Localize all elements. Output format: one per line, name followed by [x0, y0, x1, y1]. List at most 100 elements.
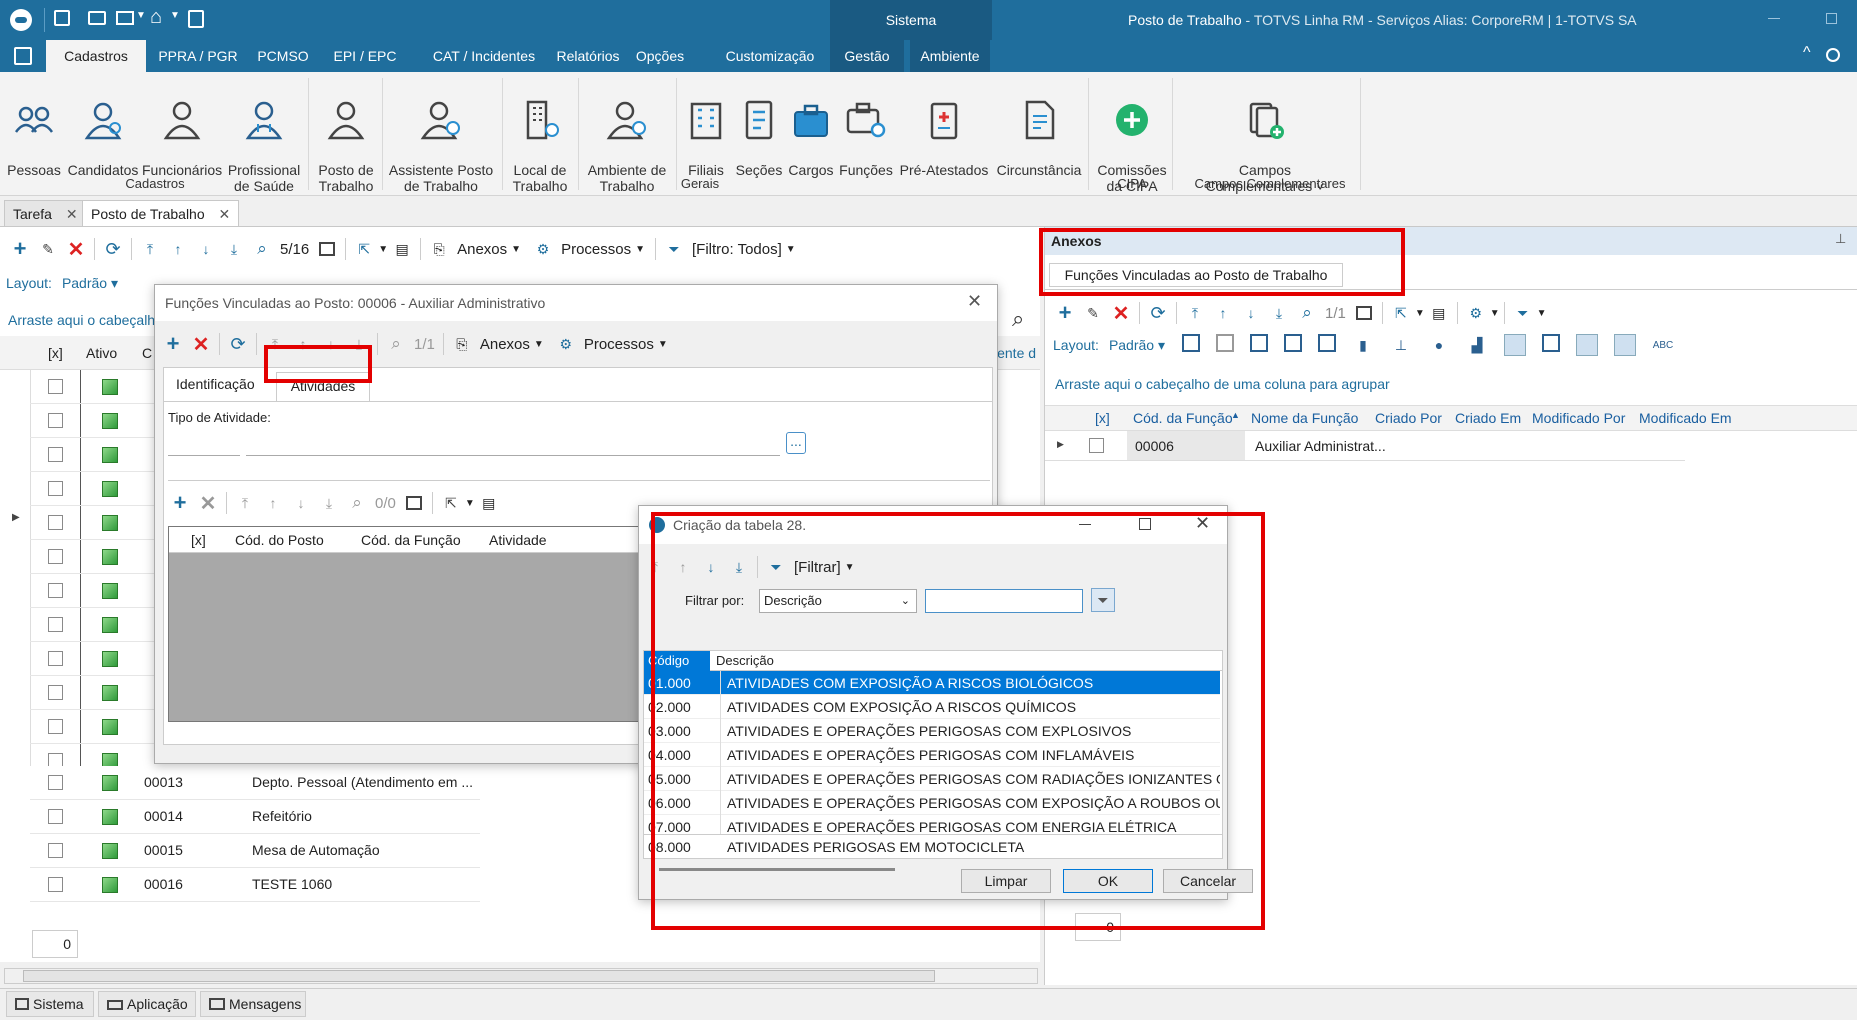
abc-icon[interactable]: ABC: [1652, 334, 1674, 356]
header-modificado-por[interactable]: Modificado Por: [1532, 410, 1625, 426]
refresh-icon[interactable]: ⟳: [102, 238, 124, 260]
row-checkbox[interactable]: [48, 775, 63, 790]
first-record-icon[interactable]: ⤒: [139, 238, 161, 260]
pin-icon[interactable]: ⊥: [1835, 231, 1846, 247]
header-ativo[interactable]: Ativo: [86, 345, 117, 361]
delete-icon[interactable]: ✕: [65, 238, 87, 261]
tab-relatorios[interactable]: Relatórios: [552, 40, 624, 72]
add-icon[interactable]: +: [9, 236, 31, 261]
chevron-down-icon[interactable]: ▼: [658, 339, 668, 350]
chevron-down-icon[interactable]: ▼: [511, 244, 521, 255]
header-select-all[interactable]: [x]: [1095, 410, 1110, 426]
app-logo-icon[interactable]: [10, 9, 32, 31]
processos-menu[interactable]: Processos: [584, 336, 654, 353]
tab-epi-epc[interactable]: EPI / EPC: [320, 40, 410, 72]
row-checkbox[interactable]: [48, 809, 63, 824]
pessoas-button[interactable]: Pessoas: [4, 82, 64, 178]
add-icon[interactable]: +: [169, 490, 191, 515]
row-checkbox[interactable]: [48, 583, 63, 598]
group-icon[interactable]: [1250, 334, 1268, 352]
row-checkbox[interactable]: [48, 549, 63, 564]
export-icon[interactable]: ⇱: [353, 238, 375, 260]
previous-record-icon[interactable]: ↑: [167, 238, 189, 260]
previous-record-icon[interactable]: ↑: [1212, 302, 1234, 324]
tab-pcmso[interactable]: PCMSO: [250, 40, 316, 72]
pre-atestados-button[interactable]: Pré-Atestados: [896, 82, 992, 178]
gear-icon[interactable]: ⚙: [1465, 302, 1487, 324]
filter-menu[interactable]: [Filtro: Todos]: [692, 241, 782, 258]
header-select-all[interactable]: [x]: [191, 532, 206, 548]
refresh-icon[interactable]: ⟳: [1147, 302, 1169, 324]
chevron-down-icon[interactable]: ▼: [1415, 308, 1425, 319]
home-icon[interactable]: ⌂: [150, 6, 162, 29]
tab-customizacao[interactable]: Customização: [716, 40, 824, 72]
local-trabalho-button[interactable]: Local de Trabalho: [506, 82, 574, 194]
header-modificado-em[interactable]: Modificado Em: [1639, 410, 1732, 426]
header-atividade[interactable]: Atividade: [489, 532, 547, 548]
last-record-icon[interactable]: ⤓: [223, 238, 245, 260]
header-cod-funcao[interactable]: Cód. da Função: [1133, 410, 1233, 426]
header-cod-posto[interactable]: Cód. do Posto: [235, 532, 324, 548]
chevron-down-icon[interactable]: ▼: [1537, 308, 1547, 319]
row-checkbox[interactable]: [48, 481, 63, 496]
cargos-button[interactable]: Cargos: [786, 82, 836, 178]
next-record-icon[interactable]: ↓: [1240, 302, 1262, 324]
window-icon[interactable]: [116, 11, 134, 25]
sort-icon[interactable]: [1284, 334, 1302, 352]
chevron-down-icon[interactable]: ▼: [1490, 308, 1500, 319]
anexos-menu[interactable]: Anexos: [480, 336, 530, 353]
chevron-down-icon[interactable]: ▼: [635, 244, 645, 255]
last-record-icon[interactable]: ⤓: [1268, 302, 1290, 324]
collapse-ribbon-icon[interactable]: ^: [1803, 44, 1811, 62]
lookup-button[interactable]: ...: [786, 432, 806, 454]
search-icon[interactable]: ⌕: [1296, 302, 1318, 324]
search-icon[interactable]: ⌕: [251, 238, 273, 260]
gear-icon[interactable]: ⚙: [555, 333, 577, 355]
paint-icon[interactable]: ▮: [1352, 334, 1374, 356]
tipo-atividade-desc-input[interactable]: [246, 432, 780, 456]
columns-icon[interactable]: [316, 238, 338, 260]
processos-menu[interactable]: Processos: [561, 241, 631, 258]
layout-select[interactable]: Padrão ▾: [62, 275, 118, 292]
close-icon[interactable]: ✕: [66, 206, 78, 222]
row-checkbox[interactable]: [48, 719, 63, 734]
color-icon[interactable]: ●: [1428, 334, 1450, 356]
columns-icon[interactable]: [403, 492, 425, 514]
table-row[interactable]: 00013 Depto. Pessoal (Atendimento em ...: [30, 766, 480, 800]
header-criado-em[interactable]: Criado Em: [1455, 410, 1521, 426]
row-checkbox[interactable]: [48, 413, 63, 428]
delete-icon[interactable]: ✕: [1110, 302, 1132, 325]
columns-icon[interactable]: [1353, 302, 1375, 324]
expand-icon[interactable]: [1182, 334, 1200, 352]
close-icon[interactable]: ✕: [219, 206, 231, 222]
row-checkbox[interactable]: [48, 685, 63, 700]
funcionarios-button[interactable]: Funcionários: [142, 82, 222, 178]
row-checkbox[interactable]: [1089, 438, 1104, 453]
app-menu-icon[interactable]: [14, 47, 32, 65]
arrange-icon[interactable]: [1318, 334, 1336, 352]
maximize-icon[interactable]: [1826, 13, 1837, 24]
next-record-icon[interactable]: ↓: [195, 238, 217, 260]
edit-icon[interactable]: ✎: [37, 238, 59, 260]
header-nome-funcao[interactable]: Nome da Função: [1251, 410, 1358, 426]
horizontal-scrollbar[interactable]: [4, 968, 1038, 984]
minimize-icon[interactable]: [1768, 18, 1780, 19]
row-checkbox[interactable]: [48, 617, 63, 632]
refresh-icon[interactable]: ⟳: [227, 333, 249, 355]
candidatos-button[interactable]: Candidatos: [66, 82, 140, 178]
search-icon[interactable]: ⌕: [346, 492, 368, 514]
document-icon[interactable]: ▤: [1428, 302, 1450, 324]
filter-icon[interactable]: ⏷: [1512, 302, 1534, 324]
next-record-icon[interactable]: ↓: [290, 492, 312, 514]
table-row[interactable]: 00016 TESTE 1060: [30, 868, 480, 902]
tab-tarefa[interactable]: Tarefa ✕: [4, 200, 87, 227]
tab-cadastros[interactable]: Cadastros: [46, 40, 146, 72]
assistente-posto-button[interactable]: Assistente Posto de Trabalho: [386, 82, 496, 194]
view-icon[interactable]: [1576, 334, 1598, 356]
monitor-icon[interactable]: [88, 11, 106, 25]
table-row[interactable]: 00014 Refeitório: [30, 800, 480, 834]
chevron-down-icon[interactable]: ▼: [465, 498, 475, 509]
status-aplicacao[interactable]: Aplicação: [98, 991, 196, 1017]
document-icon[interactable]: ▤: [478, 492, 500, 514]
table-row[interactable]: ▶ 00006 Auxiliar Administrat...: [1045, 431, 1685, 461]
